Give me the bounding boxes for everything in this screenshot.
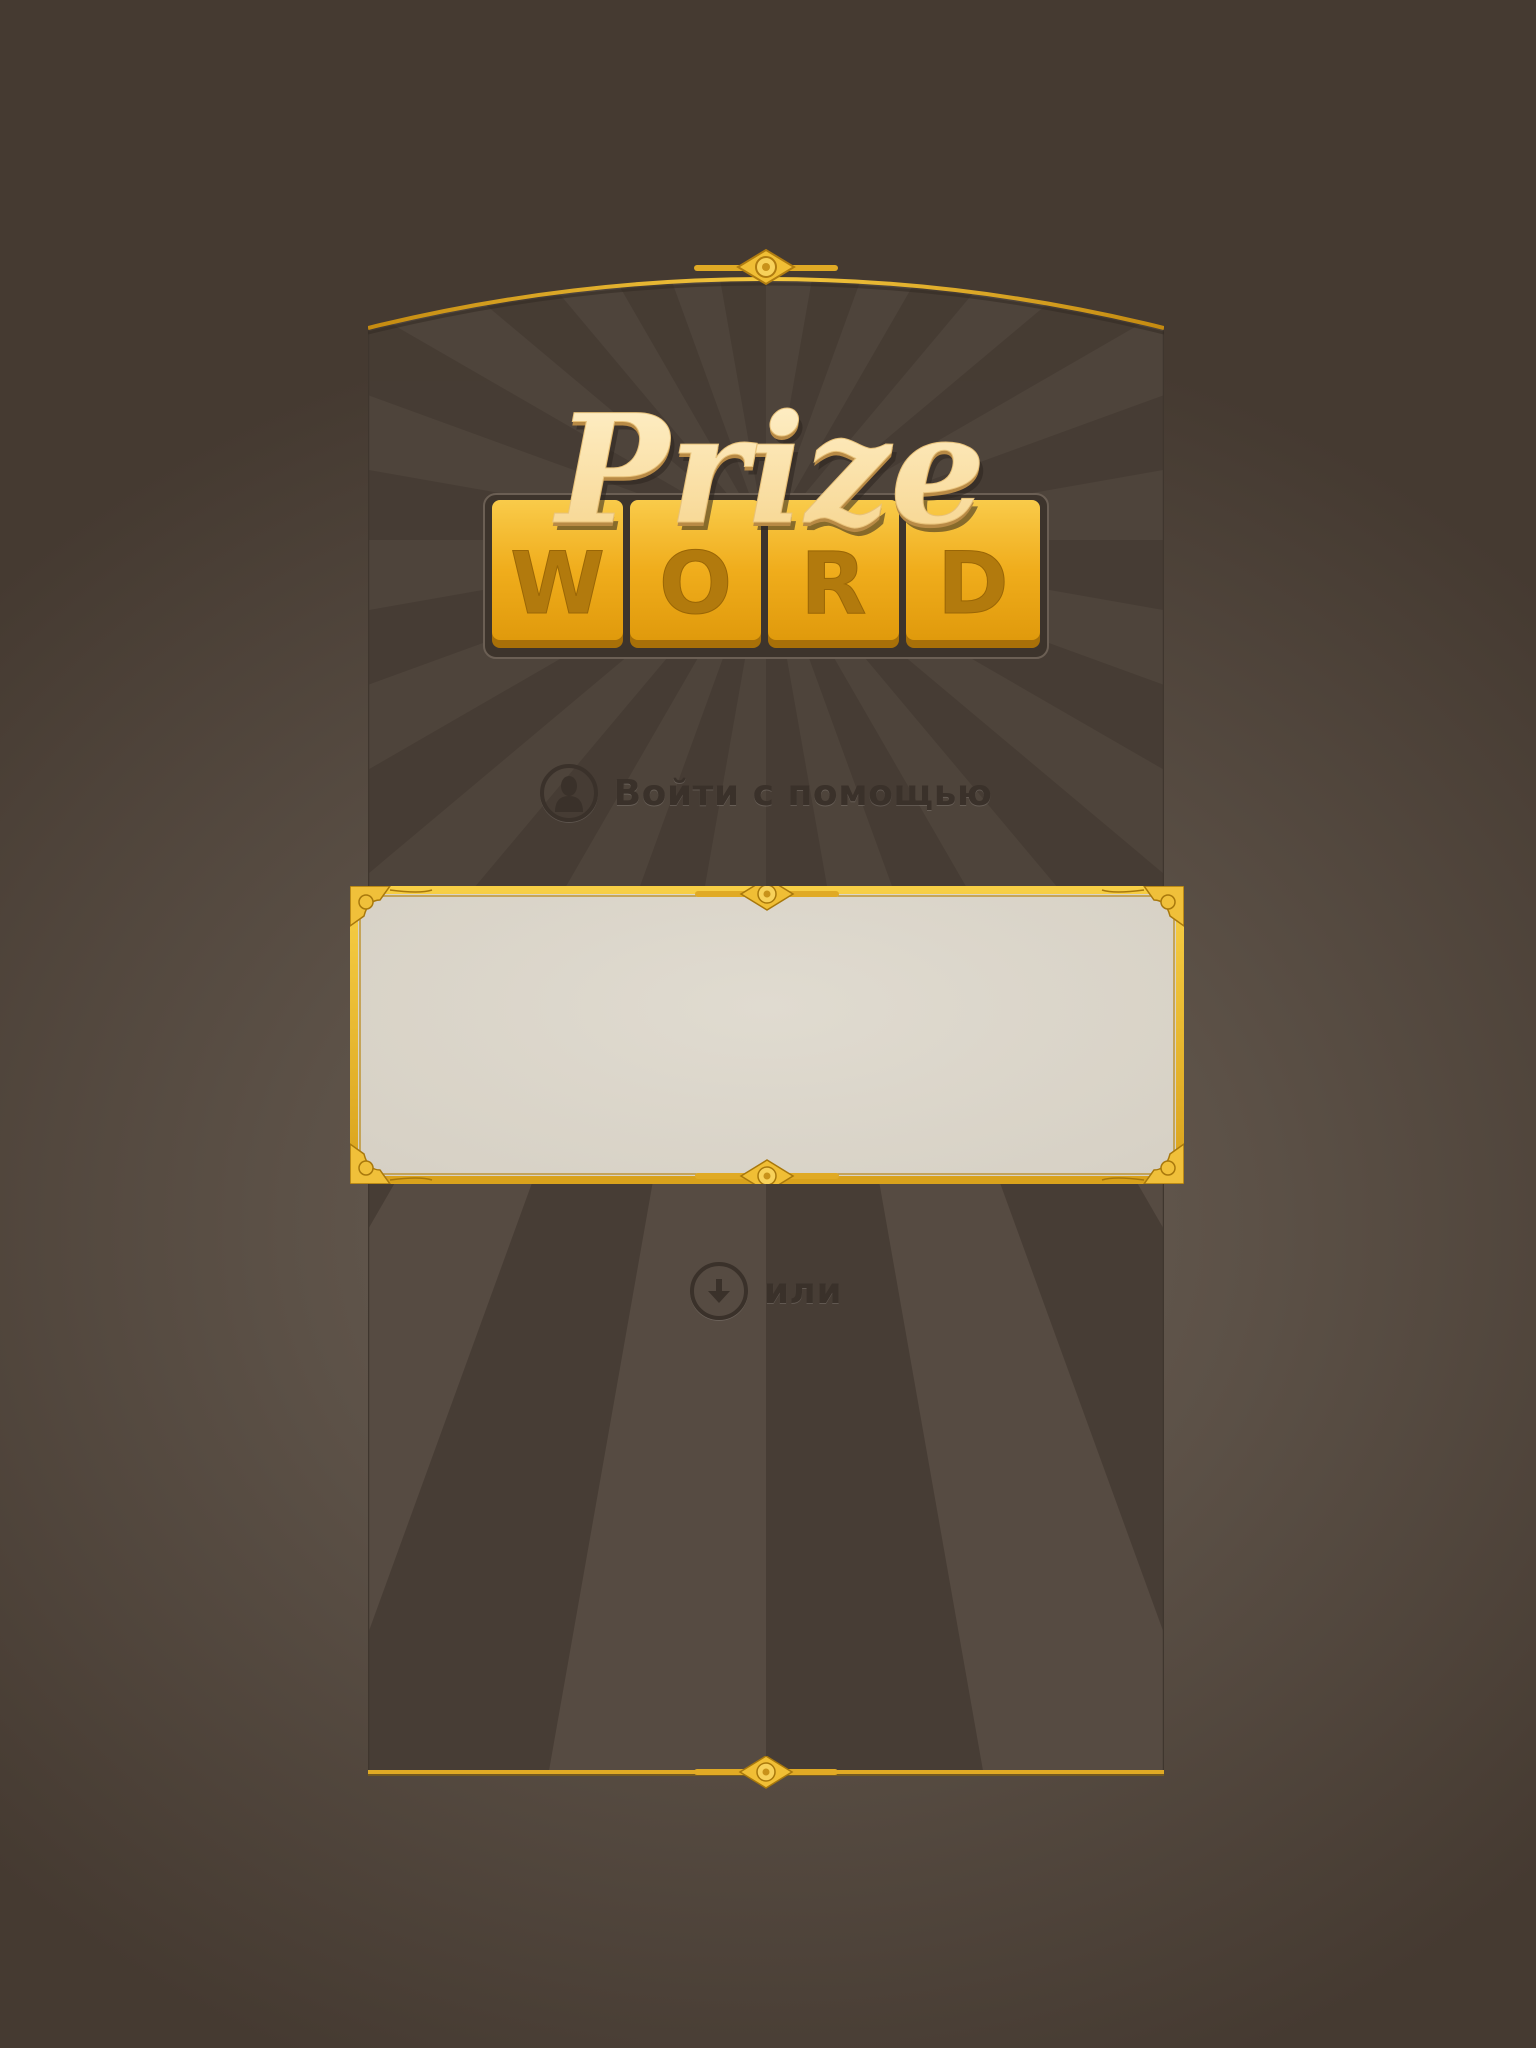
or-label: или: [763, 1270, 843, 1312]
login-with-row: Войти с помощью: [368, 758, 1164, 828]
logo-script-word: Prize Prize Prize: [552, 382, 990, 567]
login-with-label: Войти с помощью: [613, 772, 993, 814]
user-silhouette-icon: [539, 764, 598, 822]
ornate-gold-frame: [350, 886, 1184, 1184]
svg-text:Prize: Prize: [552, 382, 985, 558]
bottom-gold-ornament: [368, 1756, 1164, 1789]
arrow-down-icon: [689, 1262, 748, 1320]
or-row: или: [368, 1256, 1164, 1326]
prize-word-logo: W O R D Prize Prize Prize: [483, 360, 1049, 660]
social-login-box[interactable]: [350, 886, 1184, 1184]
